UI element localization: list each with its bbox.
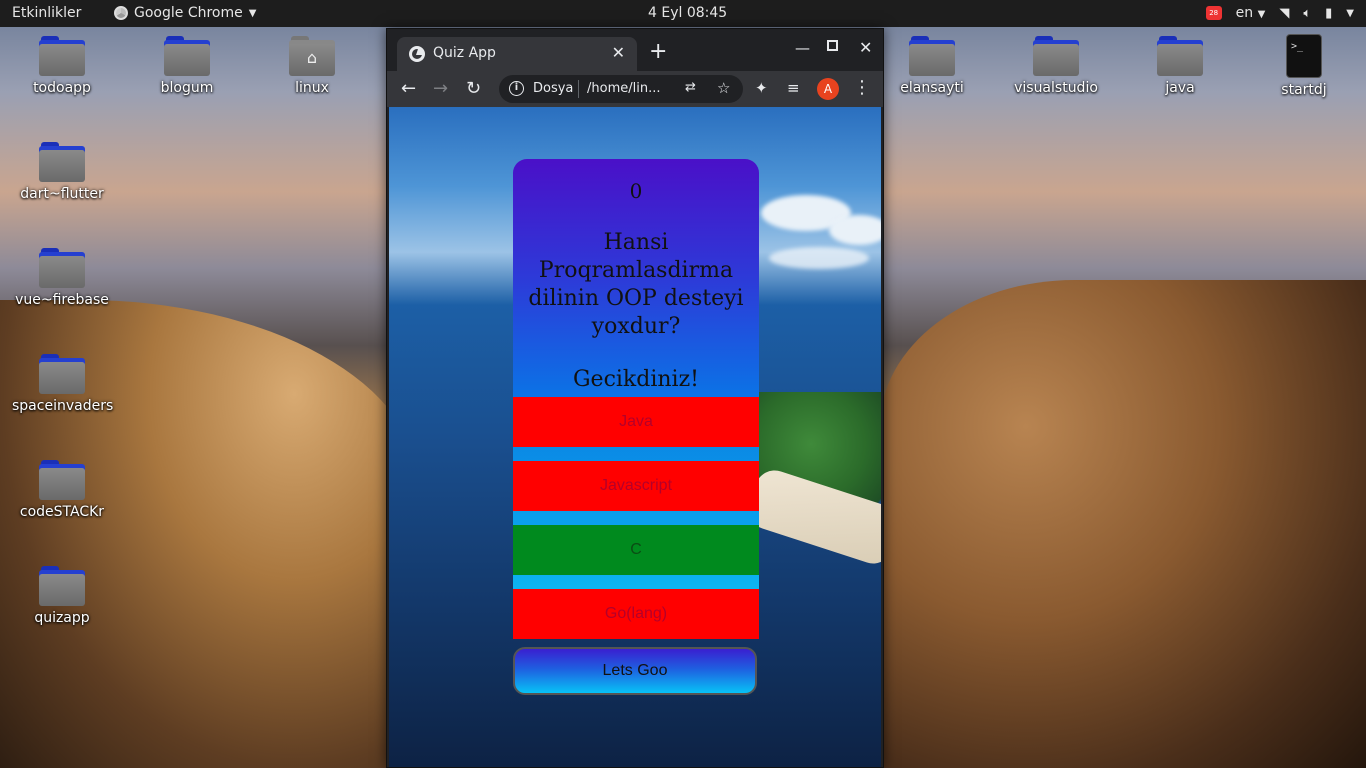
desktop-icon-label: todoapp [33, 80, 91, 96]
system-tray[interactable]: 28 en ▼ ◥ 🔈︎ ▮ ▼ [1205, 5, 1354, 21]
desktop-icon-codestackr[interactable]: codeSTACKr [12, 460, 112, 520]
globe-icon [409, 46, 425, 62]
desktop-icon-label: startdj [1281, 82, 1327, 98]
menu-dots-icon[interactable]: ⋮ [853, 77, 871, 98]
close-icon[interactable]: ✕ [612, 43, 625, 62]
desktop-icon-spaceinvaders[interactable]: spaceinvaders [12, 354, 114, 414]
desktop-icon-label: codeSTACKr [19, 504, 105, 520]
tab-quiz-app[interactable]: Quiz App ✕ [397, 37, 637, 71]
desktop-icon-vue-firebase[interactable]: vue~firebase [12, 248, 112, 308]
volume-icon[interactable]: 🔈︎ [1303, 6, 1311, 21]
tab-title: Quiz App [433, 45, 496, 61]
desktop-icon-blogum[interactable]: blogum [137, 36, 237, 96]
status-message: Gecikdiniz! [572, 367, 700, 392]
address-separator [578, 80, 579, 98]
media-control-icon[interactable]: ≡ [787, 79, 800, 97]
home-folder-icon: ⌂ [289, 36, 335, 76]
desktop-icon-dart-flutter[interactable]: dart~flutter [12, 142, 112, 202]
quiz-card: 0 Hansi Proqramlasdirma dilinin OOP dest… [513, 159, 759, 695]
question-text: Hansi Proqramlasdirma dilinin OOP destey… [528, 230, 744, 339]
browser-toolbar: ← → ↻ i Dosya /home/lin... ⇄ ☆ ✦ ≡ A ⋮ [387, 71, 883, 107]
desktop-icon-label: elansayti [900, 80, 964, 96]
desktop-icon-elansayti[interactable]: elansayti [882, 36, 982, 96]
bookmark-star-icon[interactable]: ☆ [717, 79, 730, 97]
answer-option-c[interactable]: C [513, 525, 759, 575]
folder-icon [909, 36, 955, 76]
chevron-down-icon: ▼ [248, 7, 257, 19]
folder-icon [39, 36, 85, 76]
answer-list: Java Javascript C Go(lang) [513, 397, 759, 639]
info-icon[interactable]: i [509, 81, 524, 96]
folder-icon [39, 354, 85, 394]
close-window-icon[interactable]: ✕ [859, 38, 872, 57]
reload-icon[interactable]: ↻ [466, 78, 481, 99]
address-scheme: Dosya [533, 81, 574, 96]
activities-button[interactable]: Etkinlikler [12, 5, 81, 21]
notification-badge[interactable]: 28 [1205, 6, 1222, 20]
answer-option-javascript[interactable]: Javascript [513, 461, 759, 511]
desktop-icon-startdj[interactable]: >_ startdj [1254, 34, 1354, 98]
desktop-icon-label: visualstudio [1014, 80, 1098, 96]
chevron-down-icon[interactable]: ▼ [1346, 8, 1354, 19]
language-indicator[interactable]: en ▼ [1236, 5, 1266, 21]
desktop-icon-label: spaceinvaders [12, 398, 114, 414]
tab-strip: Quiz App ✕ + — ✕ [387, 29, 883, 71]
terminal-icon: >_ [1286, 34, 1322, 78]
desktop-icon-label: linux [295, 80, 329, 96]
browser-window: Quiz App ✕ + — ✕ ← → ↻ i Dosya /home/lin… [386, 28, 884, 768]
top-panel: Etkinlikler Google Chrome ▼ 4 Eyl 08:45 … [0, 0, 1366, 27]
desktop-icon-visualstudio[interactable]: visualstudio [1006, 36, 1106, 96]
desktop-icon-java[interactable]: java [1130, 36, 1230, 96]
answer-option-golang[interactable]: Go(lang) [513, 589, 759, 639]
folder-icon [39, 248, 85, 288]
address-url: /home/lin... [587, 81, 661, 96]
battery-icon[interactable]: ▮ [1325, 6, 1332, 21]
background-cloud [829, 215, 881, 245]
folder-icon [164, 36, 210, 76]
folder-icon [39, 142, 85, 182]
language-label: en [1235, 5, 1254, 21]
app-menu[interactable]: Google Chrome ▼ [114, 5, 256, 21]
minimize-icon[interactable]: — [795, 39, 810, 57]
desktop-icon-label: dart~flutter [20, 186, 104, 202]
maximize-icon[interactable] [827, 40, 838, 51]
folder-icon [39, 566, 85, 606]
clock[interactable]: 4 Eyl 08:45 [648, 5, 727, 21]
quiz-header: 0 Hansi Proqramlasdirma dilinin OOP dest… [513, 159, 759, 397]
chevron-down-icon: ▼ [1257, 9, 1266, 20]
folder-icon [39, 460, 85, 500]
answer-option-java[interactable]: Java [513, 397, 759, 447]
next-question-button[interactable]: Lets Goo [513, 647, 757, 695]
address-bar[interactable]: i Dosya /home/lin... ⇄ ☆ [499, 75, 743, 103]
chrome-icon [114, 6, 128, 20]
desktop-icon-todoapp[interactable]: todoapp [12, 36, 112, 96]
app-menu-label: Google Chrome [134, 5, 243, 21]
desktop-icon-label: quizapp [34, 610, 90, 626]
desktop-icon-label: java [1165, 80, 1195, 96]
folder-icon [1157, 36, 1203, 76]
wallpaper-dune-right [880, 280, 1366, 768]
back-icon[interactable]: ← [401, 78, 416, 99]
profile-avatar[interactable]: A [817, 78, 839, 100]
new-tab-button[interactable]: + [649, 41, 667, 63]
wifi-icon[interactable]: ◥ [1279, 6, 1289, 21]
page-viewport: 0 Hansi Proqramlasdirma dilinin OOP dest… [389, 107, 881, 767]
folder-icon [1033, 36, 1079, 76]
extensions-icon[interactable]: ✦ [755, 79, 768, 97]
desktop-icon-label: vue~firebase [15, 292, 109, 308]
background-cloud [769, 247, 869, 269]
desktop-icon-label: blogum [160, 80, 214, 96]
translate-icon[interactable]: ⇄ [685, 80, 696, 95]
desktop-icon-quizapp[interactable]: quizapp [12, 566, 112, 626]
score-counter: 0 [629, 179, 643, 203]
desktop-icon-linux[interactable]: ⌂ linux [262, 36, 362, 96]
forward-icon[interactable]: → [433, 78, 448, 99]
